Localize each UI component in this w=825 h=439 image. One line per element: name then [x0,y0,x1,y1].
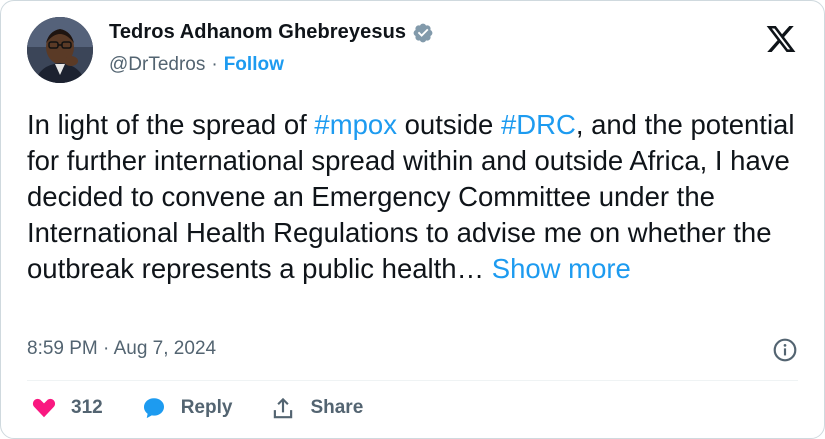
hashtag-drc-link[interactable]: #DRC [501,109,576,140]
tweet-text-segment: outside [396,109,501,140]
reply-bubble-icon [141,395,167,421]
follow-button[interactable]: Follow [224,54,284,76]
tweet-card: Tedros Adhanom Ghebreyesus @DrTedros · F… [0,0,825,439]
avatar-portrait-image [27,17,93,83]
tweet-header: Tedros Adhanom Ghebreyesus @DrTedros · F… [27,15,804,91]
hashtag-mpox-link[interactable]: #mpox [314,109,397,140]
action-bar: 312 Reply Share [31,395,401,421]
avatar[interactable] [27,17,93,83]
verified-badge-icon[interactable] [412,22,434,44]
name-row: Tedros Adhanom Ghebreyesus [109,21,434,44]
like-button[interactable]: 312 [31,395,103,421]
show-more-link[interactable]: Show more [492,253,631,284]
tweet-timestamp[interactable]: 8:59 PM · Aug 7, 2024 [27,338,216,360]
tweet-text-segment: In light of the spread of [27,109,315,140]
share-label: Share [310,397,364,418]
tweet-body: In light of the spread of #mpox outside … [27,107,802,287]
divider [27,380,798,381]
separator-dot: · [211,54,218,75]
like-count: 312 [71,397,103,418]
reply-button[interactable]: Reply [141,395,233,421]
x-logo-icon[interactable] [764,23,798,55]
author-info: Tedros Adhanom Ghebreyesus @DrTedros · F… [109,21,434,76]
author-handle[interactable]: @DrTedros [109,54,205,76]
info-icon[interactable] [772,337,798,363]
reply-label: Reply [180,397,233,418]
heart-icon [31,395,57,421]
handle-row: @DrTedros · Follow [109,54,434,76]
author-display-name[interactable]: Tedros Adhanom Ghebreyesus [109,21,406,44]
share-button[interactable]: Share [270,395,363,421]
share-icon [270,395,296,421]
